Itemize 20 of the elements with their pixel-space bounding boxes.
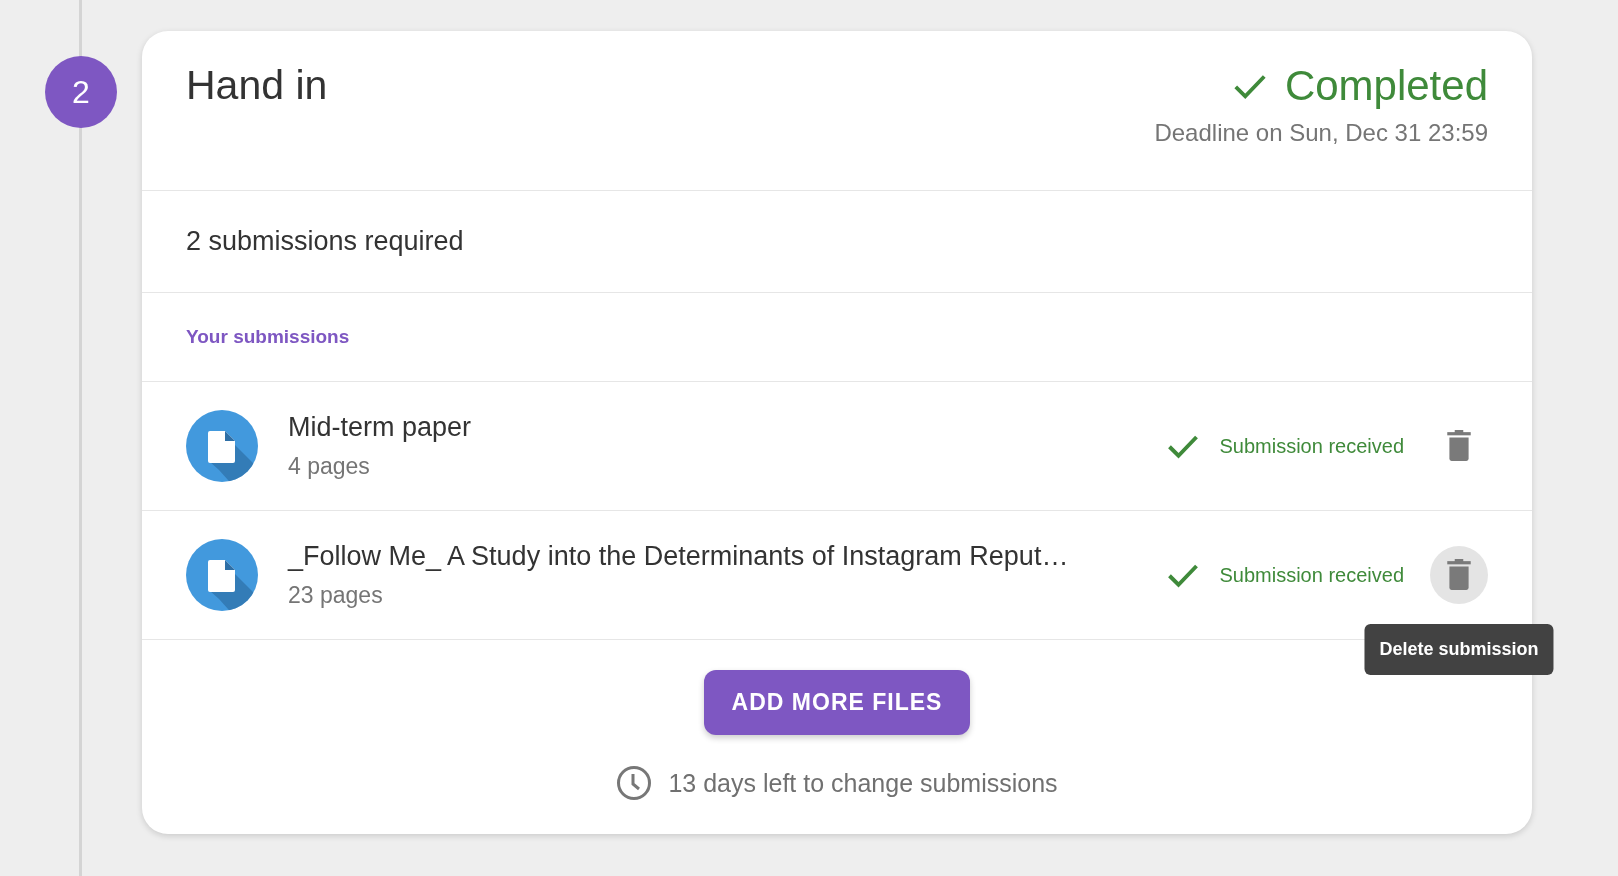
page-count: 23 pages: [288, 582, 384, 609]
time-left-text: 13 days left to change submissions: [668, 768, 1058, 798]
submission-status: Submission received: [1219, 434, 1404, 458]
deadline-text: Deadline on Sun, Dec 31 23:59: [1154, 119, 1488, 148]
file-name: Mid-term paper: [288, 412, 473, 443]
section-label: Your submissions: [186, 326, 350, 348]
requirement-text: 2 submissions required: [186, 226, 464, 257]
add-more-files-button[interactable]: ADD MORE FILES: [703, 670, 971, 735]
document-icon: [186, 410, 258, 482]
status-label: Completed: [1284, 61, 1488, 111]
clock-icon: [616, 765, 653, 801]
submission-status: Submission received: [1219, 563, 1404, 587]
card-title: Hand in: [186, 61, 328, 110]
page-count: 4 pages: [288, 453, 371, 480]
file-name: _Follow Me_ A Study into the Determinants of Instagram Reput…: [288, 541, 1070, 572]
step-number-badge: 2: [45, 56, 117, 128]
trash-icon: [1446, 430, 1472, 462]
tooltip: Delete submission: [1364, 624, 1554, 675]
document-icon: [186, 539, 258, 611]
trash-icon: [1446, 559, 1472, 591]
